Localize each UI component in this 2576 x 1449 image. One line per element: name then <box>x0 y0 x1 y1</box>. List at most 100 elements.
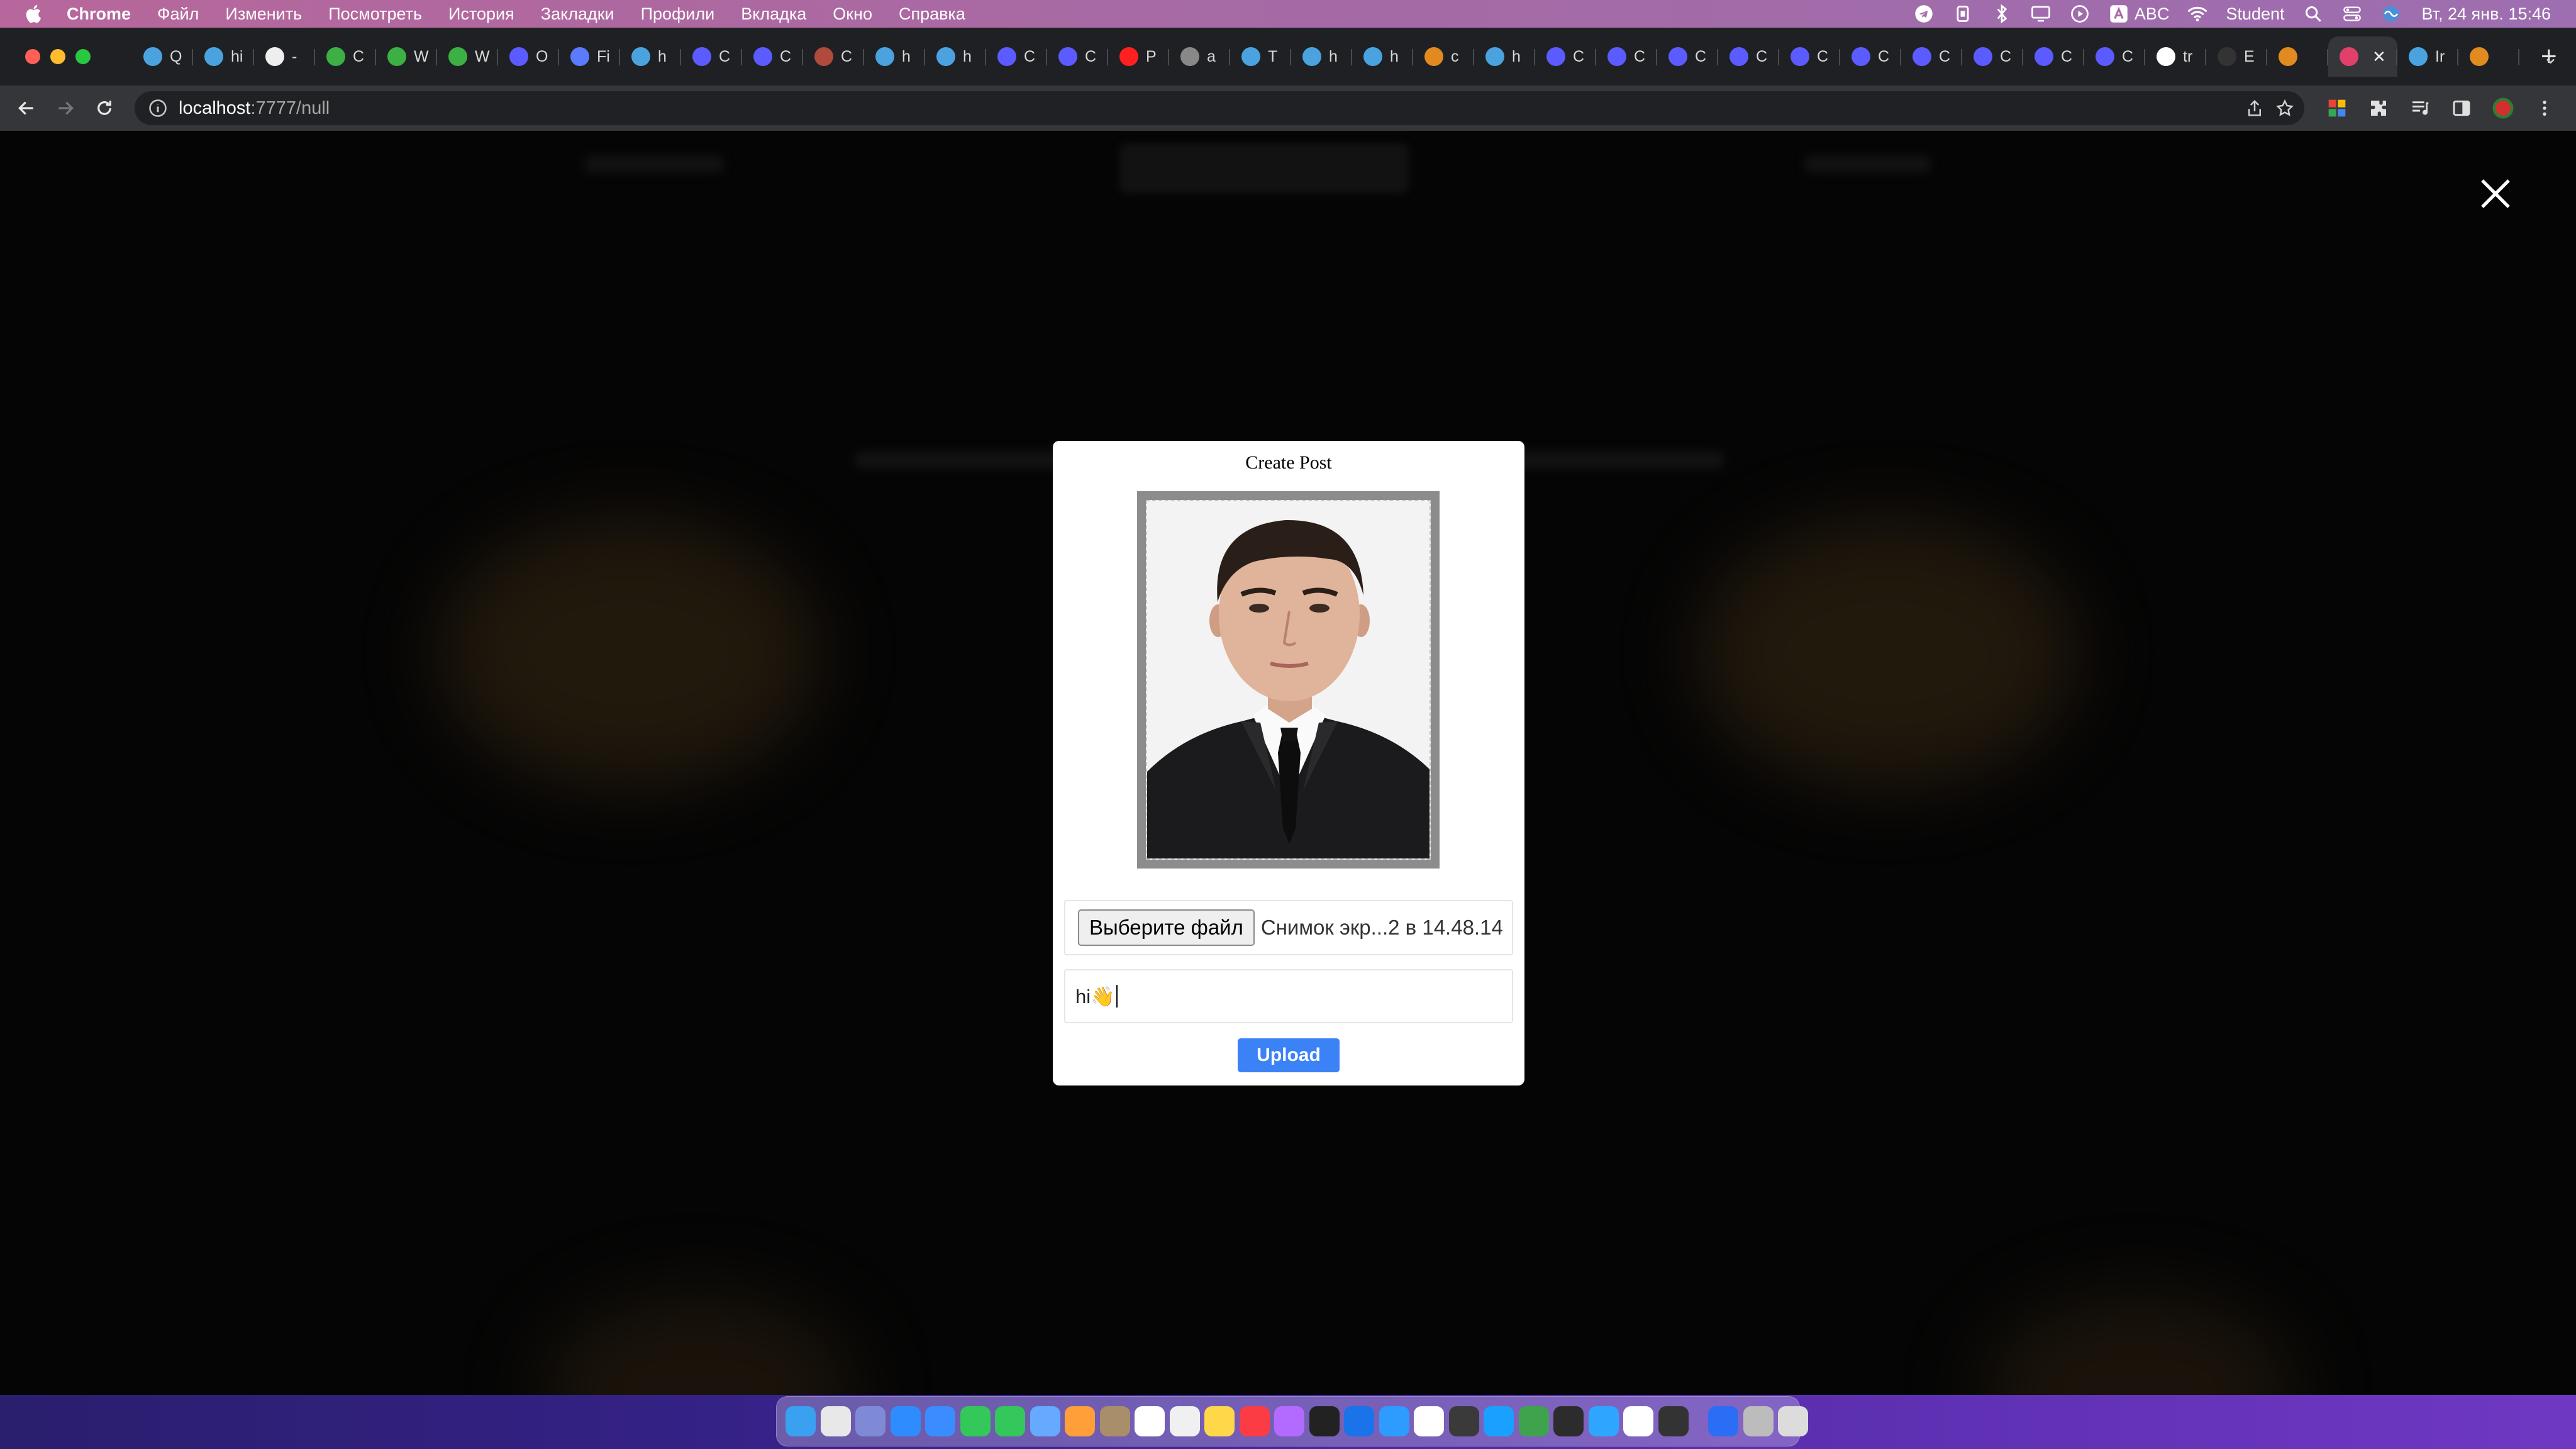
browser-tab[interactable]: tr <box>2145 36 2206 77</box>
telegram-icon[interactable] <box>1913 3 1935 25</box>
browser-tab[interactable]: h <box>1352 36 1413 77</box>
browser-tab[interactable]: C <box>1779 36 1840 77</box>
apple-logo-icon[interactable] <box>24 3 45 25</box>
close-modal-icon[interactable] <box>2478 176 2513 211</box>
caption-input[interactable]: hi👋 <box>1064 969 1513 1023</box>
play-circle-icon[interactable] <box>2069 3 2090 25</box>
browser-tab[interactable]: C <box>1047 36 1108 77</box>
browser-tab[interactable]: C <box>315 36 376 77</box>
dock-app-icon[interactable] <box>1169 1406 1200 1436</box>
dock-app-icon[interactable] <box>1239 1406 1270 1436</box>
chrome-menu-icon[interactable] <box>2533 97 2556 119</box>
menubar-clock[interactable]: Вт, 24 янв. 15:46 <box>2422 4 2551 24</box>
menu-file[interactable]: Файл <box>157 4 199 24</box>
menu-view[interactable]: Посмотреть <box>328 4 422 24</box>
control-center-icon[interactable] <box>2341 3 2363 25</box>
browser-tab[interactable]: C <box>1657 36 1718 77</box>
browser-tab[interactable]: Fi <box>559 36 620 77</box>
side-panel-icon[interactable] <box>2450 97 2473 119</box>
browser-tab[interactable]: C <box>742 36 803 77</box>
menu-edit[interactable]: Изменить <box>225 4 302 24</box>
browser-tab[interactable]: h <box>925 36 986 77</box>
spotlight-search-icon[interactable] <box>2302 3 2324 25</box>
dock-app-icon[interactable] <box>786 1406 816 1436</box>
menu-window[interactable]: Окно <box>833 4 872 24</box>
dock-app-icon[interactable] <box>890 1406 921 1436</box>
tab-search-chevron-icon[interactable]: ⌄ <box>2543 47 2558 69</box>
extensions-puzzle-icon[interactable] <box>2367 97 2390 119</box>
siri-icon[interactable] <box>2380 3 2402 25</box>
file-input[interactable]: Выберите файл Снимок экр...2 в 14.48.14 <box>1064 900 1513 955</box>
media-controls-icon[interactable] <box>2409 97 2431 119</box>
dock-app-icon[interactable] <box>1553 1406 1584 1436</box>
browser-tab[interactable]: h <box>1291 36 1352 77</box>
browser-tab[interactable]: Q <box>132 36 193 77</box>
dock-app-icon[interactable] <box>1030 1406 1060 1436</box>
browser-tab[interactable]: O <box>498 36 559 77</box>
share-icon[interactable] <box>2245 99 2264 118</box>
menu-app-name[interactable]: Chrome <box>67 4 131 24</box>
browser-tab[interactable]: h <box>620 36 681 77</box>
dock-app-icon[interactable] <box>1274 1406 1304 1436</box>
menu-help[interactable]: Справка <box>899 4 965 24</box>
dock-app-icon[interactable] <box>1099 1406 1130 1436</box>
dock-app-icon[interactable] <box>820 1406 851 1436</box>
dock-app-icon[interactable] <box>1518 1406 1549 1436</box>
browser-tab[interactable]: C <box>803 36 864 77</box>
forward-button[interactable] <box>53 96 78 121</box>
back-button[interactable] <box>14 96 39 121</box>
browser-tab[interactable]: C <box>986 36 1047 77</box>
address-bar[interactable]: localhost:7777/null <box>135 91 2304 125</box>
profile-avatar[interactable] <box>2492 97 2514 119</box>
reload-button[interactable] <box>92 96 117 121</box>
browser-tab[interactable]: h <box>864 36 925 77</box>
dock-app-icon[interactable] <box>1658 1406 1689 1436</box>
browser-tab[interactable]: C <box>2084 36 2145 77</box>
browser-tab[interactable]: C <box>1901 36 1962 77</box>
browser-tab[interactable]: h <box>1474 36 1535 77</box>
input-source-label[interactable]: ABC <box>2135 4 2170 24</box>
dock-app-icon[interactable] <box>1135 1406 1165 1436</box>
dock-app-icon[interactable] <box>1448 1406 1479 1436</box>
timer-icon[interactable] <box>1952 3 1974 25</box>
dock-app-icon[interactable] <box>1414 1406 1444 1436</box>
browser-tab[interactable]: - <box>254 36 315 77</box>
dock-app-icon[interactable] <box>855 1406 886 1436</box>
browser-tab[interactable]: C <box>1596 36 1657 77</box>
zoom-window-button[interactable] <box>75 49 91 64</box>
dock-app-icon[interactable] <box>1743 1406 1774 1436</box>
dock-app-icon[interactable] <box>995 1406 1025 1436</box>
dock-app-icon[interactable] <box>1708 1406 1738 1436</box>
browser-tab[interactable]: P <box>1108 36 1169 77</box>
close-window-button[interactable] <box>25 49 40 64</box>
google-extension-icon[interactable] <box>2326 97 2348 119</box>
input-source-icon[interactable] <box>2108 3 2129 25</box>
wifi-icon[interactable] <box>2187 3 2208 25</box>
dock-app-icon[interactable] <box>960 1406 991 1436</box>
site-info-icon[interactable] <box>148 99 167 118</box>
browser-tab[interactable] <box>2458 36 2519 77</box>
browser-tab[interactable]: W <box>437 36 498 77</box>
user-name[interactable]: Student <box>2226 4 2284 24</box>
dock-app-icon[interactable] <box>925 1406 955 1436</box>
browser-tab[interactable]: a <box>1169 36 1230 77</box>
dock-app-icon[interactable] <box>1204 1406 1235 1436</box>
bluetooth-icon[interactable] <box>1991 3 2012 25</box>
dock-app-icon[interactable] <box>1065 1406 1095 1436</box>
screen-mirror-icon[interactable] <box>2030 3 2051 25</box>
browser-tab[interactable]: c <box>1413 36 1474 77</box>
page-overlay[interactable]: Create Post Выберите файл Снимок экр...2… <box>0 131 2576 1395</box>
browser-tab[interactable]: C <box>1535 36 1596 77</box>
minimize-window-button[interactable] <box>50 49 65 64</box>
browser-tab[interactable]: hi <box>193 36 254 77</box>
browser-tab[interactable] <box>2267 36 2328 77</box>
browser-tab[interactable]: C <box>1718 36 1779 77</box>
dock-app-icon[interactable] <box>1778 1406 1808 1436</box>
dock-app-icon[interactable] <box>1309 1406 1340 1436</box>
menu-profiles[interactable]: Профили <box>641 4 715 24</box>
dock-app-icon[interactable] <box>1379 1406 1409 1436</box>
choose-file-button[interactable]: Выберите файл <box>1078 909 1255 946</box>
dock-app-icon[interactable] <box>1588 1406 1619 1436</box>
bookmark-star-icon[interactable] <box>2275 99 2294 118</box>
upload-button[interactable]: Upload <box>1238 1038 1340 1072</box>
